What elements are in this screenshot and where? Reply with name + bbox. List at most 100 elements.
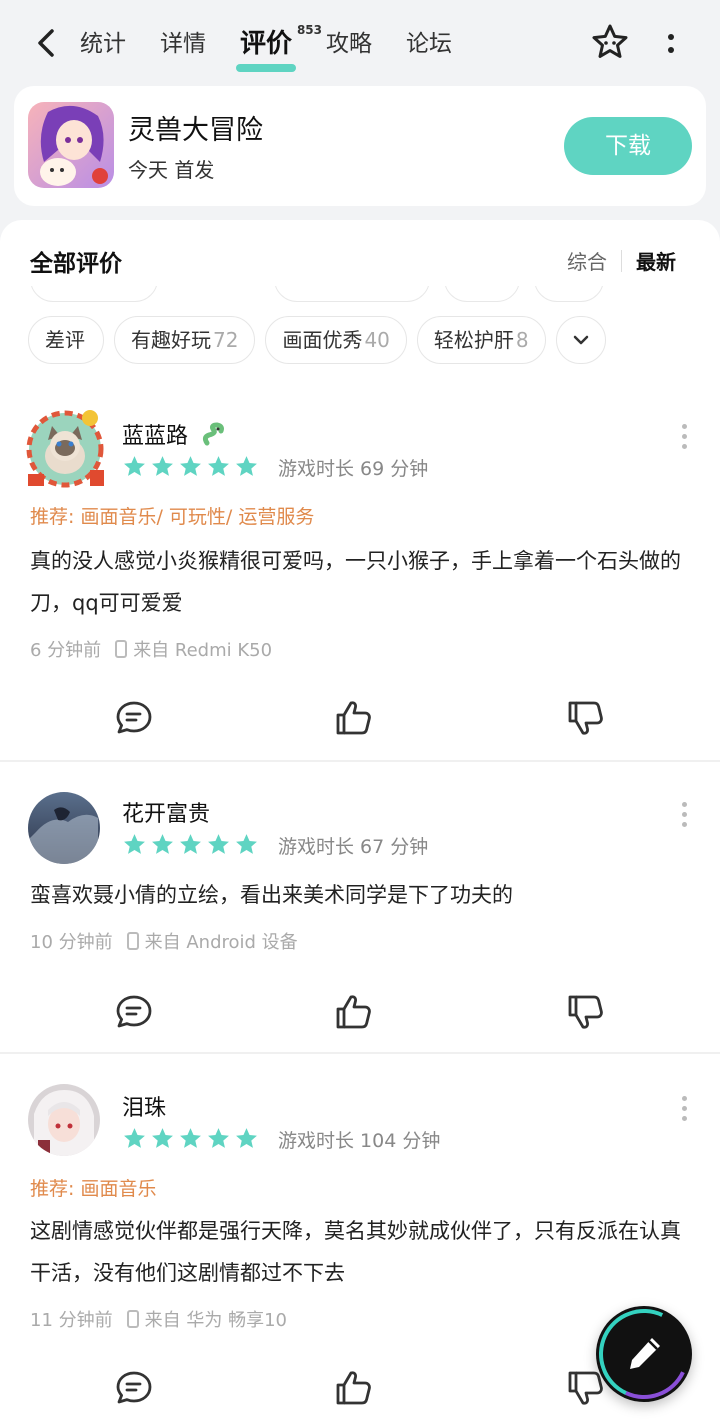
review-time: 10 分钟前 — [30, 932, 113, 953]
playtime: 游戏时长 67 分钟 — [278, 836, 429, 858]
review-device: 来自 Redmi K50 — [133, 640, 273, 661]
star-rating — [122, 1126, 262, 1151]
scrolled-chip — [30, 286, 158, 302]
phone-icon — [126, 1310, 139, 1328]
star-icon — [236, 834, 257, 854]
game-icon — [28, 102, 114, 188]
chip-relaxing[interactable]: 轻松护肝 8 — [416, 316, 546, 364]
nav-tabs: 统计 详情 评价 853 攻略 论坛 — [80, 23, 486, 72]
chip-count: 72 — [213, 328, 239, 352]
tab-stats[interactable]: 统计 — [80, 24, 126, 64]
scrolled-chip — [444, 286, 520, 302]
chevron-down-icon[interactable] — [555, 316, 606, 364]
tab-details[interactable]: 详情 — [160, 24, 206, 64]
thumbs-down-icon[interactable] — [566, 992, 606, 1032]
avatar[interactable] — [28, 792, 100, 864]
comment-icon[interactable] — [114, 992, 154, 1032]
review-actions — [0, 992, 720, 1032]
phone-icon — [115, 640, 128, 658]
review-meta: 6 分钟前 来自 Redmi K50 — [30, 636, 272, 662]
review-username[interactable]: 花开富贵 — [122, 796, 210, 828]
chip-negative[interactable]: 差评 — [28, 316, 104, 364]
review-content[interactable]: 这剧情感觉伙伴都是强行天降，莫名其妙就成伙伴了，只有反派在认真干活，没有他们这剧… — [30, 1210, 690, 1294]
tab-reviews[interactable]: 评价 853 — [235, 23, 322, 72]
star-icon — [180, 1128, 201, 1148]
star-icon — [236, 456, 257, 476]
review-content[interactable]: 蛮喜欢聂小倩的立绘，看出来美术同学是下了功夫的 — [30, 874, 690, 916]
tab-forum[interactable]: 论坛 — [406, 24, 452, 64]
review-meta: 10 分钟前 来自 Android 设备 — [30, 928, 298, 954]
thumbs-down-icon[interactable] — [566, 698, 606, 738]
thumbs-up-icon[interactable] — [334, 698, 374, 738]
star-rating — [122, 454, 262, 479]
star-icon — [152, 1128, 173, 1148]
username-text: 蓝蓝路 — [122, 424, 189, 449]
favorite-star-icon[interactable] — [590, 22, 630, 62]
divider — [0, 1052, 720, 1054]
avatar[interactable] — [28, 1084, 100, 1156]
star-rating — [122, 832, 262, 857]
game-release-status: 今天 首发 — [128, 158, 215, 182]
scrolled-chip — [534, 286, 604, 302]
chip-fun[interactable]: 有趣好玩 72 — [114, 316, 256, 364]
chip-label: 差评 — [45, 328, 85, 352]
star-icon — [180, 834, 201, 854]
write-review-button[interactable] — [586, 1296, 702, 1412]
star-icon — [124, 1128, 145, 1148]
reviews-section-title: 全部评价 — [30, 251, 122, 277]
star-icon — [208, 834, 229, 854]
tab-guides[interactable]: 攻略 — [326, 24, 372, 64]
more-vertical-icon[interactable] — [660, 28, 682, 58]
review-more-icon[interactable] — [682, 1096, 690, 1121]
star-icon — [180, 456, 201, 476]
sort-options: 综合 最新 — [567, 246, 676, 275]
comment-icon[interactable] — [114, 698, 154, 738]
recommend-tags: 推荐: 画面音乐/ 可玩性/ 运营服务 — [30, 506, 315, 528]
review-more-icon[interactable] — [682, 802, 690, 827]
star-icon — [208, 1128, 229, 1148]
pen-icon — [630, 1338, 660, 1369]
review-device: 来自 Android 设备 — [144, 932, 298, 953]
chip-label: 轻松护肝 — [433, 328, 514, 352]
comment-icon[interactable] — [114, 1368, 154, 1408]
sort-divider — [621, 249, 622, 272]
review-device: 来自 华为 畅享10 — [144, 1310, 287, 1331]
review-more-icon[interactable] — [682, 424, 690, 449]
chip-count: 8 — [515, 328, 529, 352]
sort-latest[interactable]: 最新 — [636, 246, 676, 275]
chip-graphics[interactable]: 画面优秀 40 — [265, 316, 407, 364]
avatar[interactable] — [20, 404, 110, 494]
review-time: 6 分钟前 — [30, 640, 102, 661]
review-content[interactable]: 真的没人感觉小炎猴精很可爱吗，一只小猴子，手上拿着一个石头做的刀，qq可可爱爱 — [30, 540, 690, 624]
review-time: 11 分钟前 — [30, 1310, 113, 1331]
chip-row-scrolled — [28, 286, 668, 302]
sort-comprehensive[interactable]: 综合 — [567, 246, 607, 275]
review-username[interactable]: 蓝蓝路 — [122, 418, 227, 453]
phone-icon — [126, 932, 139, 950]
star-icon — [208, 456, 229, 476]
review-username[interactable]: 泪珠 — [122, 1090, 166, 1122]
star-icon — [152, 834, 173, 854]
snake-badge-icon — [201, 421, 227, 453]
game-card[interactable]: 灵兽大冒险 今天 首发 下载 — [14, 86, 706, 206]
download-button[interactable]: 下载 — [564, 117, 692, 175]
star-icon — [124, 456, 145, 476]
playtime: 游戏时长 69 分钟 — [278, 458, 429, 480]
chip-label: 画面优秀 — [282, 328, 363, 352]
review-actions — [0, 698, 720, 738]
chip-label: 有趣好玩 — [131, 328, 211, 352]
thumbs-up-icon[interactable] — [334, 1368, 374, 1408]
tab-reviews-count: 853 — [296, 23, 323, 37]
thumbs-up-icon[interactable] — [334, 992, 374, 1032]
filter-chips: 差评 有趣好玩 72 画面优秀 40 轻松护肝 8 — [28, 316, 606, 364]
chip-count: 40 — [364, 328, 390, 352]
playtime: 游戏时长 104 分钟 — [278, 1130, 441, 1152]
star-icon — [124, 834, 145, 854]
review-meta: 11 分钟前 来自 华为 畅享10 — [30, 1306, 287, 1332]
back-icon[interactable] — [30, 26, 64, 60]
tab-reviews-label: 评价 — [240, 29, 293, 59]
divider — [0, 760, 720, 762]
top-nav-bar: 统计 详情 评价 853 攻略 论坛 — [0, 0, 720, 86]
game-title: 灵兽大冒险 — [128, 115, 263, 146]
star-icon — [152, 456, 173, 476]
